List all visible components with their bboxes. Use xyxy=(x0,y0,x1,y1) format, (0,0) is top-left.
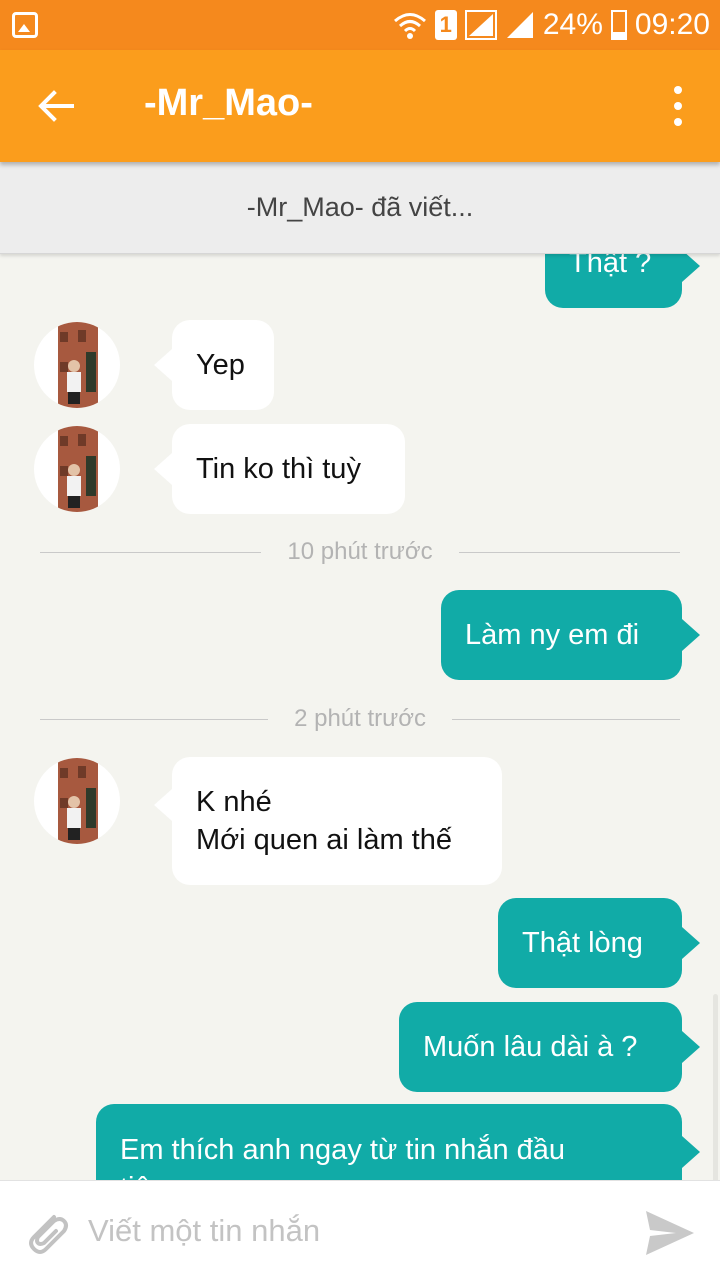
time-divider-label: 10 phút trước xyxy=(287,538,433,565)
received-message[interactable]: Tin ko thì tuỳ xyxy=(154,424,405,514)
send-icon[interactable] xyxy=(642,1205,698,1261)
avatar-photo xyxy=(58,758,98,844)
clock: 09:20 xyxy=(634,8,710,41)
signal-icon xyxy=(464,10,497,40)
avatar[interactable] xyxy=(34,426,120,512)
sent-message[interactable]: Làm ny em đi xyxy=(441,590,700,680)
avatar[interactable] xyxy=(34,758,120,844)
typing-indicator: -Mr_Mao- đã viết... xyxy=(0,162,720,254)
more-vert-icon xyxy=(674,86,682,94)
received-message[interactable]: K nhé Mới quen ai làm thế xyxy=(154,757,502,885)
chat-history[interactable]: Thật ? Yep Tin ko thì tuỳ 10 phút trước … xyxy=(0,254,720,1180)
back-button[interactable] xyxy=(30,80,82,132)
avatar[interactable] xyxy=(34,322,120,408)
sent-message[interactable]: Thật lòng xyxy=(498,898,700,988)
signal-icon-2 xyxy=(506,12,533,38)
attach-icon[interactable] xyxy=(20,1205,72,1257)
back-arrow-icon xyxy=(38,90,74,122)
received-message[interactable]: Yep xyxy=(154,320,274,410)
battery-percent: 24% xyxy=(542,8,603,41)
battery-icon xyxy=(610,10,627,40)
sent-message[interactable]: Thật ? xyxy=(545,254,700,308)
conversation-title: -Mr_Mao- xyxy=(144,82,313,124)
sent-message[interactable]: Muốn lâu dài à ? xyxy=(399,1002,700,1092)
avatar-photo xyxy=(58,426,98,512)
chat-scrollbar[interactable] xyxy=(713,994,718,1180)
time-divider: 2 phút trước xyxy=(40,704,681,734)
avatar-photo xyxy=(58,322,98,408)
image-icon xyxy=(12,12,38,38)
composer xyxy=(0,1180,720,1280)
status-bar: 1 24% 09:20 xyxy=(0,0,720,50)
time-divider: 10 phút trước xyxy=(40,537,680,567)
wifi-icon xyxy=(393,13,426,39)
sim-icon: 1 xyxy=(434,10,457,40)
app-toolbar: -Mr_Mao- xyxy=(0,50,720,162)
message-input[interactable] xyxy=(88,1203,608,1259)
sent-message[interactable]: Em thích anh ngay từ tin nhắn đầu tiên..… xyxy=(96,1104,700,1180)
time-divider-label: 2 phút trước xyxy=(294,705,426,732)
more-options-button[interactable] xyxy=(666,82,690,130)
